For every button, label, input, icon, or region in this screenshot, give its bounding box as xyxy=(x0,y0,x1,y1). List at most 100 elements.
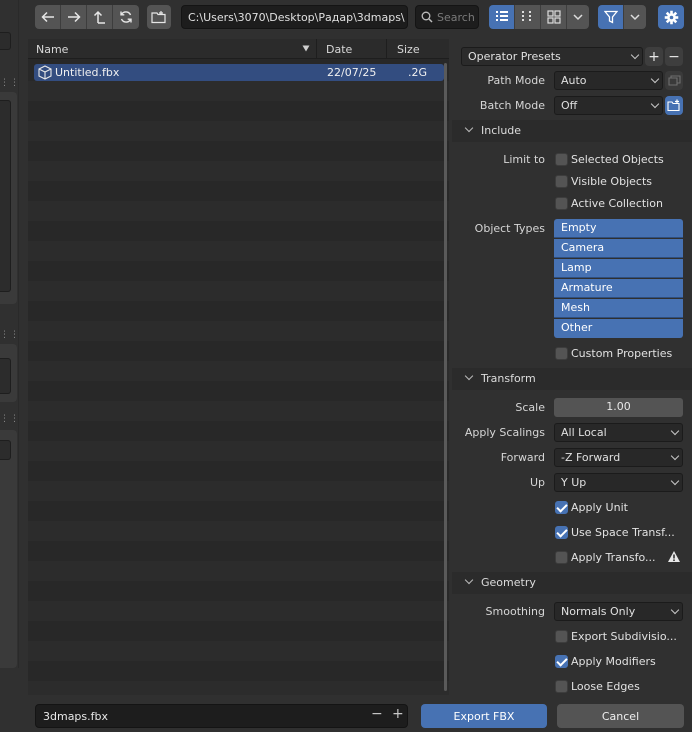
column-header-date[interactable]: Date xyxy=(326,43,352,56)
object-type-other[interactable]: Other xyxy=(554,319,683,338)
batch-mode-value: Off xyxy=(561,99,578,112)
object-types-label: Object Types xyxy=(474,222,545,235)
path-mode-label: Path Mode xyxy=(487,74,545,87)
operator-presets-dropdown[interactable]: Operator Presets xyxy=(461,47,643,66)
drag-handle-icon[interactable]: ⋮⋮ xyxy=(0,78,19,88)
export-fbx-button[interactable]: Export FBX xyxy=(421,704,547,728)
list-row-stripe xyxy=(28,101,449,121)
column-header-size[interactable]: Size xyxy=(397,43,420,56)
transform-section-header[interactable]: Transform xyxy=(452,368,692,390)
export-subdivision-checkbox[interactable] xyxy=(555,630,568,643)
chevron-down-icon xyxy=(630,50,640,60)
vertical-list-button[interactable] xyxy=(489,5,515,29)
increment-filename-button[interactable]: + xyxy=(392,706,404,722)
filter-dropdown-button[interactable] xyxy=(624,5,646,29)
add-preset-button[interactable]: + xyxy=(645,47,663,66)
column-header-name[interactable]: Name xyxy=(36,43,68,56)
list-row-stripe xyxy=(28,681,449,695)
list-row-stripe xyxy=(28,241,449,261)
filter-button-group xyxy=(598,5,646,29)
parent-directory-button[interactable] xyxy=(87,5,113,29)
file-list[interactable]: Name Date Size Untitled.fbx 22/07/25 .2G xyxy=(28,39,449,695)
list-row-stripe xyxy=(28,141,449,161)
list-row-stripe xyxy=(28,601,449,621)
batch-mode-dropdown[interactable]: Off xyxy=(554,96,663,115)
list-row-stripe xyxy=(28,281,449,301)
settings-button[interactable] xyxy=(658,5,684,29)
new-folder-button[interactable] xyxy=(147,5,171,29)
directory-path-input[interactable]: C:\Users\3070\Desktop\Радар\3dmaps\ xyxy=(181,5,408,29)
apply-unit-label: Apply Unit xyxy=(571,501,628,514)
list-row-stripe xyxy=(28,661,449,681)
warning-icon xyxy=(668,551,680,562)
up-axis-dropdown[interactable]: Y Up xyxy=(554,473,683,492)
smoothing-dropdown[interactable]: Normals Only xyxy=(554,602,683,621)
object-type-camera[interactable]: Camera xyxy=(554,239,683,258)
list-row-stripe xyxy=(28,521,449,541)
thumbnails-button[interactable] xyxy=(541,5,567,29)
custom-properties-label: Custom Properties xyxy=(571,347,673,360)
custom-properties-checkbox[interactable] xyxy=(555,347,568,360)
use-space-transform-checkbox[interactable] xyxy=(555,526,568,539)
horizontal-list-button[interactable] xyxy=(515,5,541,29)
forward-axis-dropdown[interactable]: -Z Forward xyxy=(554,448,683,467)
forward-button[interactable] xyxy=(61,5,87,29)
scale-field[interactable]: 1.00 xyxy=(554,398,683,417)
list-row-stripe xyxy=(28,381,449,401)
include-section-header[interactable]: Include xyxy=(452,120,692,142)
filename-input[interactable]: 3dmaps.fbx xyxy=(35,704,408,728)
drag-handle-icon[interactable]: ⋮⋮ xyxy=(0,330,19,340)
decrement-filename-button[interactable]: − xyxy=(371,706,383,722)
apply-modifiers-checkbox[interactable] xyxy=(555,655,568,668)
object-type-armature[interactable]: Armature xyxy=(554,279,683,298)
apply-scalings-label: Apply Scalings xyxy=(464,426,545,439)
object-type-lamp[interactable]: Lamp xyxy=(554,259,683,278)
list-row-stripe xyxy=(28,361,449,381)
cancel-button[interactable]: Cancel xyxy=(557,704,684,728)
gear-icon xyxy=(664,10,678,24)
list-row-stripe xyxy=(28,621,449,641)
search-icon xyxy=(421,11,433,23)
chevron-down-icon xyxy=(573,14,583,21)
search-input[interactable]: Search xyxy=(415,5,479,29)
list-row-stripe xyxy=(28,421,449,441)
file-row[interactable]: Untitled.fbx 22/07/25 .2G xyxy=(34,64,444,81)
include-section-title: Include xyxy=(481,124,522,137)
path-mode-dropdown[interactable]: Auto xyxy=(554,71,663,90)
batch-own-dir-toggle[interactable] xyxy=(665,96,683,115)
apply-scalings-dropdown[interactable]: All Local xyxy=(554,423,683,442)
object-type-empty[interactable]: Empty xyxy=(554,219,683,238)
visible-objects-checkbox[interactable] xyxy=(555,175,568,188)
selected-objects-checkbox[interactable] xyxy=(555,153,568,166)
display-dropdown-button[interactable] xyxy=(567,5,589,29)
refresh-icon xyxy=(120,11,132,23)
new-folder-icon xyxy=(667,99,680,112)
list-row-stripe xyxy=(28,301,449,321)
chevron-down-icon xyxy=(670,451,680,461)
object-type-mesh[interactable]: Mesh xyxy=(554,299,683,318)
active-collection-checkbox[interactable] xyxy=(555,197,568,210)
embed-textures-toggle[interactable] xyxy=(665,71,683,90)
file-size: .2G xyxy=(408,66,428,79)
file-list-scrollbar[interactable] xyxy=(444,63,447,691)
sidebar-panel xyxy=(0,430,17,668)
geometry-section-title: Geometry xyxy=(481,576,536,589)
list-row-stripe xyxy=(28,121,449,141)
sidebar-list[interactable] xyxy=(0,100,11,292)
back-button[interactable] xyxy=(35,5,61,29)
sidebar-field[interactable] xyxy=(0,358,11,394)
sidebar-checkbox[interactable] xyxy=(0,440,11,460)
list-row-stripe xyxy=(28,541,449,561)
loose-edges-checkbox[interactable] xyxy=(555,680,568,693)
smoothing-label: Smoothing xyxy=(485,605,545,618)
filter-toggle-button[interactable] xyxy=(598,5,624,29)
list-row-stripe xyxy=(28,181,449,201)
sort-descending-icon[interactable] xyxy=(302,45,310,52)
sidebar-widget[interactable] xyxy=(0,32,11,50)
remove-preset-button[interactable]: − xyxy=(665,47,683,66)
apply-unit-checkbox[interactable] xyxy=(555,501,568,514)
geometry-section-header[interactable]: Geometry xyxy=(452,572,692,594)
drag-handle-icon[interactable]: ⋮⋮ xyxy=(0,414,19,424)
apply-transform-checkbox[interactable] xyxy=(555,551,568,564)
refresh-button[interactable] xyxy=(113,5,139,29)
